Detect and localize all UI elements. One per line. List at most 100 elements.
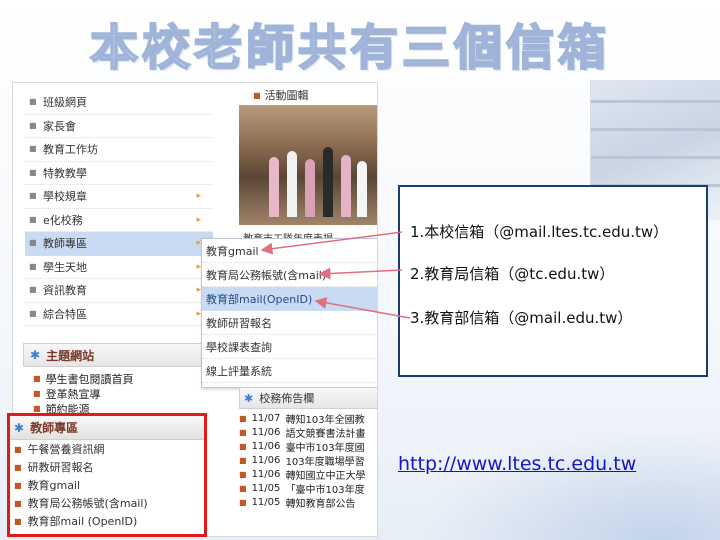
nav-item[interactable]: ■ 家長會 xyxy=(25,115,213,138)
submenu-arrow-icon: ▸ xyxy=(196,214,201,225)
news-title: 轉知國立中正大學 xyxy=(285,470,366,482)
nav-item-label: 教師專區 xyxy=(43,237,87,251)
nav-item[interactable]: ■ 班級網頁 xyxy=(25,91,213,115)
section-title: 校務佈告欄 xyxy=(259,392,315,405)
callout-line: 3.教育部信箱（@mail.edu.tw） xyxy=(410,309,633,327)
bullet-icon: ■ xyxy=(253,90,261,100)
list-item[interactable]: ■ 研教研習報名 xyxy=(10,458,204,476)
star-icon: ✱ xyxy=(14,420,25,435)
slide: 本校老師共有三個信箱 ■ 班級網頁 ■ 家長會 ■ 教育工作坊 ■ 特教教學 ■ 學校規章… xyxy=(0,0,720,540)
section-title: 教師專區 xyxy=(30,421,79,435)
news-date: 11/05 xyxy=(251,482,281,494)
bullet-icon: ■ xyxy=(29,144,37,154)
submenu-item[interactable]: 教師研習報名 xyxy=(202,311,377,335)
news-row[interactable]: ■ 11/05 「臺中市103年度 xyxy=(239,481,377,496)
callout-line: 2.教育局信箱（@tc.edu.tw） xyxy=(410,265,615,283)
news-date: 11/06 xyxy=(251,440,281,452)
theme-list: ■ 學生書包閱讀首頁 ■ 登革熱宣導 ■ 節約能源 xyxy=(33,371,213,416)
list-item[interactable]: ■ 教育局公務帳號(含mail) xyxy=(10,494,204,512)
news-row[interactable]: ■ 11/07 轉知103年全國教 xyxy=(239,411,377,426)
bullet-icon: ■ xyxy=(29,120,37,130)
list-item[interactable]: ■ 學生書包閱讀首頁 xyxy=(33,371,213,386)
star-icon: ✱ xyxy=(244,391,254,405)
news-title: 臺中市103年度國 xyxy=(285,442,365,454)
photo-section-header: ■ 活動圖輯 xyxy=(253,87,309,103)
news-title: 103年度職場學習 xyxy=(285,456,365,468)
slide-title: 本校老師共有三個信箱 xyxy=(89,19,611,77)
nav-item-label: 學校規章 xyxy=(43,190,87,204)
nav-item-label: 家長會 xyxy=(43,119,76,133)
news-row[interactable]: ■ 11/06 103年度職場學習 xyxy=(239,453,377,468)
list-item[interactable]: ■ 教育gmail xyxy=(10,476,204,494)
bullet-icon: ■ xyxy=(29,308,37,318)
bullet-icon: ■ xyxy=(14,498,22,508)
list-item[interactable]: ■ 教育部mail (OpenID) xyxy=(10,512,204,530)
nav-item[interactable]: ■ 教育工作坊 xyxy=(25,138,213,162)
news-date: 11/06 xyxy=(251,454,281,466)
bullet-icon: ■ xyxy=(239,427,247,437)
news-row[interactable]: ■ 11/06 轉知國立中正大學 xyxy=(239,467,377,482)
list-item-label: 登革熱宣導 xyxy=(45,387,101,401)
news-row[interactable]: ■ 11/06 語文競賽書法計畫 xyxy=(239,425,377,440)
bullet-icon: ■ xyxy=(239,413,247,423)
bullet-icon: ■ xyxy=(14,480,22,490)
star-icon: ✱ xyxy=(30,348,41,362)
bullet-icon: ■ xyxy=(33,389,41,398)
news-date: 11/06 xyxy=(251,468,281,480)
nav-item-label: 特教教學 xyxy=(43,166,87,180)
list-item-label: 研教研習報名 xyxy=(27,461,94,474)
decorative-background xyxy=(420,430,720,540)
theme-section-header: ✱ 主題網站 xyxy=(23,343,213,367)
news-row[interactable]: ■ 11/05 轉知教育部公告 xyxy=(239,495,377,510)
nav-item[interactable]: ■ 特教教學 xyxy=(25,162,213,185)
list-item[interactable]: ■ 午餐營養資訊網 xyxy=(10,440,204,458)
news-date: 11/06 xyxy=(251,426,281,438)
nav-item[interactable]: ■ 學校規章 ▸ xyxy=(25,185,213,209)
list-item[interactable]: ■ 登革熱宣導 xyxy=(33,386,213,401)
list-item-label: 教育部mail (OpenID) xyxy=(27,515,138,528)
list-item-label: 教育局公務帳號(含mail) xyxy=(27,497,148,510)
bullet-icon: ■ xyxy=(29,285,37,295)
bullet-icon: ■ xyxy=(29,97,37,107)
section-title: 活動圖輯 xyxy=(264,89,309,102)
bullet-icon: ■ xyxy=(33,404,41,413)
submenu-item[interactable]: 線上評量系統 xyxy=(202,359,377,383)
nav-item[interactable]: ■ e化校務 ▸ xyxy=(25,209,213,232)
teacher-submenu-popup: 教育gmail 教育局公務帳號(含mail) 教育部mail(OpenID) 教… xyxy=(201,238,377,388)
bullet-icon: ■ xyxy=(14,462,22,472)
school-website-link[interactable]: http://www.ltes.tc.edu.tw xyxy=(398,453,636,475)
news-title: 轉知103年全國教 xyxy=(285,414,365,426)
bullet-icon: ■ xyxy=(14,444,22,454)
nav-item-label: 資訊教育 xyxy=(43,284,87,298)
bullet-icon: ■ xyxy=(29,238,37,248)
nav-item[interactable]: ■ 學生天地 ▸ xyxy=(25,256,213,279)
submenu-item-moe-mail[interactable]: 教育部mail(OpenID) xyxy=(202,287,377,311)
submenu-item[interactable]: 學校課表查詢 xyxy=(202,335,377,359)
list-item-label: 午餐營養資訊網 xyxy=(27,443,105,456)
website-nav-menu: ■ 班級網頁 ■ 家長會 ■ 教育工作坊 ■ 特教教學 ■ 學校規章 ▸ ■ e化校務 ▸ ■ 教… xyxy=(25,91,213,326)
nav-item[interactable]: ■ 資訊教育 ▸ xyxy=(25,279,213,303)
nav-item-label: 綜合特區 xyxy=(43,307,87,321)
submenu-arrow-icon: ▸ xyxy=(196,191,201,201)
nav-item-label: 學生天地 xyxy=(43,260,87,274)
bullet-icon: ■ xyxy=(239,469,247,479)
bullet-icon: ■ xyxy=(29,214,37,224)
callout-line: 1.本校信箱（@mail.ltes.tc.edu.tw） xyxy=(410,223,669,241)
list-item-label: 教育gmail xyxy=(27,479,81,492)
news-section-header: ✱ 校務佈告欄 xyxy=(239,387,377,409)
news-row[interactable]: ■ 11/06 臺中市103年度國 xyxy=(239,439,377,454)
submenu-item[interactable]: 教育gmail xyxy=(202,239,377,263)
nav-item-teacher-zone[interactable]: ■ 教師專區 ▸ xyxy=(25,232,213,256)
bullet-icon: ■ xyxy=(29,261,37,271)
news-title: 轉知教育部公告 xyxy=(285,498,356,510)
bullet-icon: ■ xyxy=(33,374,41,383)
nav-item[interactable]: ■ 綜合特區 ▸ xyxy=(25,303,213,326)
bullet-icon: ■ xyxy=(239,497,247,507)
submenu-item[interactable]: 教育局公務帳號(含mail) xyxy=(202,263,377,287)
nav-item-label: 班級網頁 xyxy=(43,96,87,110)
list-item-label: 學生書包閱讀首頁 xyxy=(45,372,134,386)
nav-item-label: 教育工作坊 xyxy=(43,143,98,157)
activity-photo[interactable] xyxy=(239,105,377,225)
news-title: 語文競賽書法計畫 xyxy=(285,428,366,440)
teacher-section-header: ✱ 教師專區 xyxy=(10,416,204,440)
